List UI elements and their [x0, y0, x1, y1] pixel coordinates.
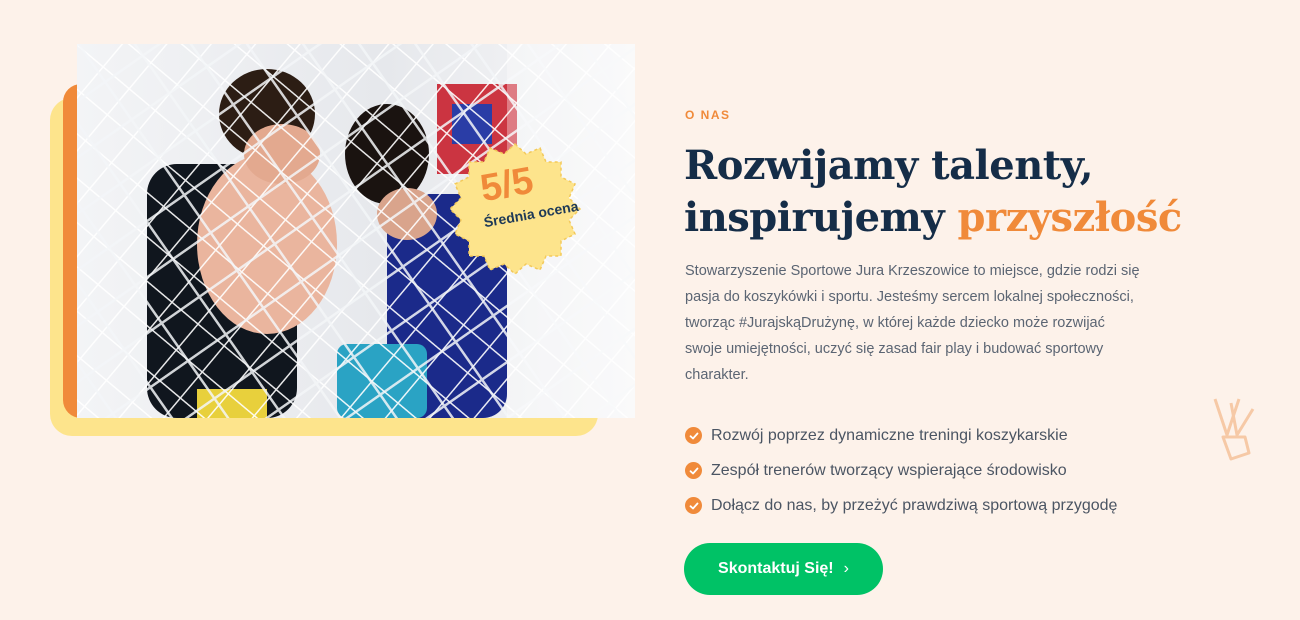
about-section: 5/5 Średnia ocena O NAS Rozwijamy talent…	[0, 0, 1300, 620]
photo-group: 5/5 Średnia ocena	[0, 0, 660, 620]
section-description: Stowarzyszenie Sportowe Jura Krzeszowice…	[685, 263, 1140, 383]
heading-line-2: inspirujemy	[684, 194, 945, 241]
section-eyebrow: O NAS	[685, 108, 731, 122]
check-circle-icon	[685, 427, 702, 444]
contact-button[interactable]: Skontaktuj Się! ›	[684, 543, 883, 595]
chevron-right-icon: ›	[843, 560, 849, 577]
check-circle-icon	[685, 497, 702, 514]
feature-item: Dołącz do nas, by przeżyć prawdziwą spor…	[685, 488, 1117, 523]
check-circle-icon	[685, 462, 702, 479]
feature-text: Dołącz do nas, by przeżyć prawdziwą spor…	[711, 496, 1118, 514]
feature-text: Rozwój poprzez dynamiczne treningi koszy…	[711, 426, 1068, 444]
decorative-shuttlecock-icon	[1205, 395, 1265, 470]
feature-text: Zespół trenerów tworzący wspierające śro…	[711, 461, 1067, 479]
feature-item: Zespół trenerów tworzący wspierające śro…	[685, 453, 1117, 488]
feature-list: Rozwój poprzez dynamiczne treningi koszy…	[685, 418, 1117, 523]
section-heading: Rozwijamy talenty, inspirujemy przyszłoś…	[684, 140, 1244, 244]
heading-line-1: Rozwijamy talenty,	[684, 142, 1094, 189]
feature-item: Rozwój poprzez dynamiczne treningi koszy…	[685, 418, 1117, 453]
rating-badge: 5/5 Średnia ocena	[442, 142, 588, 282]
heading-accent: przyszłość	[957, 194, 1183, 241]
contact-button-label: Skontaktuj Się!	[718, 560, 834, 577]
